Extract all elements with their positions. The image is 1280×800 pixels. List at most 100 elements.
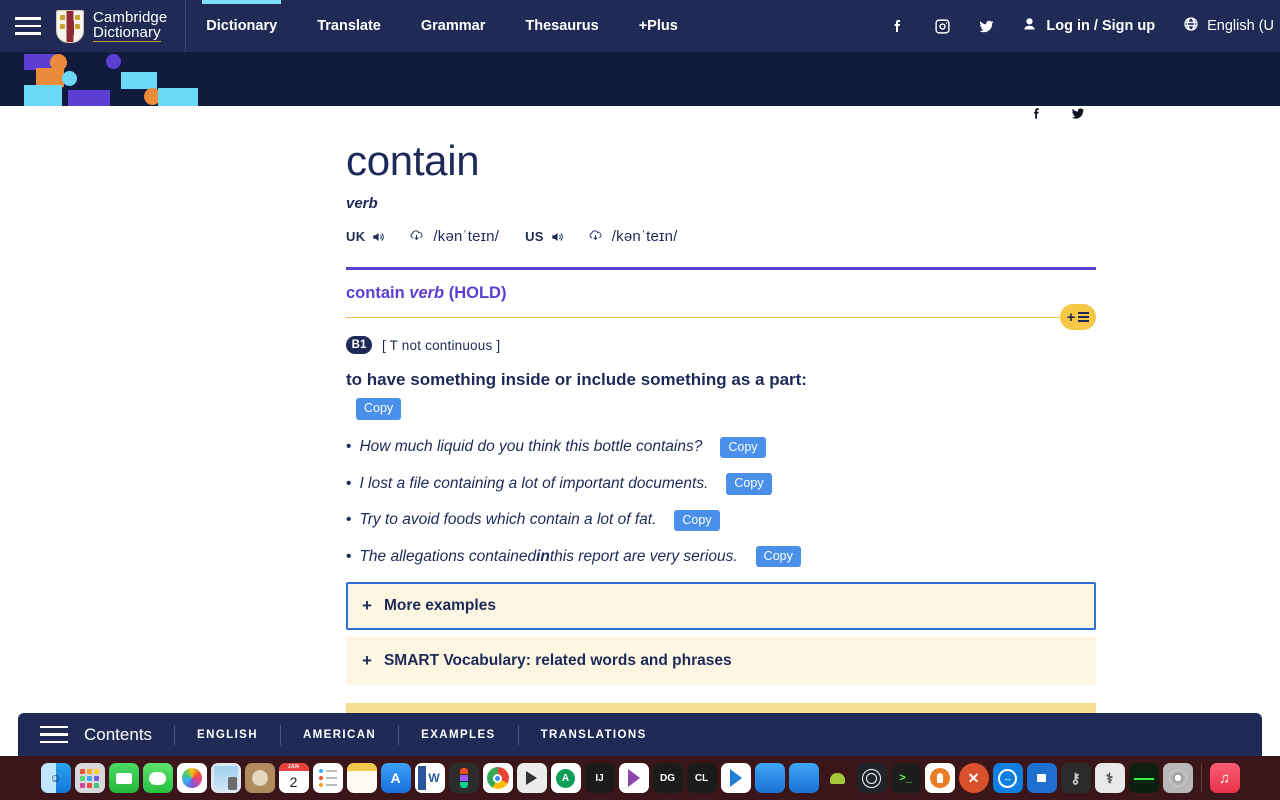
- contents-label: Contents: [84, 724, 153, 744]
- macos-dock: ☺ JAN 2 A W A IJ DG CL >_ ✕ ↔ ⚷ ⚕ ♫: [0, 756, 1280, 800]
- us-ipa: /kənˈteɪn/: [611, 228, 678, 246]
- dock-icon-preview[interactable]: [210, 763, 241, 793]
- sense-pos: verb: [409, 284, 445, 303]
- bullet-icon: •: [346, 474, 352, 492]
- dock-icon-shield-security[interactable]: [1026, 763, 1057, 793]
- dock-icon-keychain-access[interactable]: ⚷: [1060, 763, 1091, 793]
- nav-label: Translate: [317, 18, 381, 34]
- contents-item-translations[interactable]: TRANSLATIONS: [519, 729, 669, 741]
- nav-item-translate[interactable]: Translate: [297, 0, 401, 52]
- login-signup-button[interactable]: Log in / Sign up: [1008, 17, 1169, 36]
- dock-icon-datagrip[interactable]: DG: [652, 763, 683, 793]
- facebook-icon[interactable]: [876, 0, 920, 52]
- add-to-wordlist-icon[interactable]: +: [1060, 304, 1096, 331]
- accordion-label: More examples: [383, 597, 496, 615]
- cambridge-dictionary-logo[interactable]: Cambridge Dictionary: [56, 0, 185, 52]
- language-label: English (U: [1207, 18, 1274, 34]
- dock-icon-microsoft-word[interactable]: W: [414, 763, 445, 793]
- dock-icon-contacts[interactable]: [244, 763, 275, 793]
- decorative-blocks: [18, 52, 218, 106]
- page-content: contain verb UK /kənˈteɪn/ US /kənˈteɪn/…: [0, 106, 1280, 800]
- copy-button[interactable]: Copy: [720, 436, 766, 459]
- dock-icon-calendar[interactable]: JAN 2: [278, 763, 309, 793]
- nav-item-thesaurus[interactable]: Thesaurus: [505, 0, 618, 52]
- cambridge-crest-icon: [56, 9, 84, 43]
- accordion-more-examples[interactable]: + More examples: [346, 582, 1096, 631]
- contents-item-american[interactable]: AMERICAN: [281, 729, 398, 741]
- copy-button[interactable]: Copy: [755, 545, 801, 568]
- dock-icon-music[interactable]: ♫: [1209, 763, 1240, 793]
- us-region-label: US: [525, 229, 544, 245]
- uk-region-label: UK: [346, 229, 366, 245]
- top-nav-right: Log in / Sign up English (U: [876, 0, 1280, 52]
- section-divider: [346, 267, 1096, 271]
- part-of-speech: verb: [346, 195, 378, 213]
- globe-icon: [1183, 16, 1199, 36]
- dock-icon-openvpn[interactable]: [924, 763, 955, 793]
- dock-icon-notes[interactable]: [346, 763, 377, 793]
- copy-button[interactable]: Copy: [674, 509, 720, 531]
- nav-label: Thesaurus: [525, 18, 599, 34]
- user-icon: [1022, 17, 1037, 36]
- example-item: • How much liquid do you think this bott…: [346, 436, 1096, 459]
- dock-icon-vs-code[interactable]: [720, 763, 751, 793]
- examples-list: • How much liquid do you think this bott…: [346, 436, 1096, 568]
- dock-icon-terminal[interactable]: >_: [890, 763, 921, 793]
- dock-icon-google-chrome[interactable]: [482, 763, 513, 793]
- dock-icon-remote-desktop[interactable]: ✕: [958, 763, 989, 793]
- dock-icon-intellij-idea[interactable]: IJ: [584, 763, 615, 793]
- sense-header[interactable]: contain verb (HOLD): [346, 284, 1096, 303]
- copy-button[interactable]: Copy: [726, 473, 772, 495]
- speaker-icon[interactable]: [370, 230, 386, 244]
- dock-icon-activity-monitor[interactable]: [1128, 763, 1159, 793]
- contents-bar: Contents ENGLISH AMERICAN EXAMPLES TRANS…: [18, 713, 1262, 756]
- nav-item-dictionary[interactable]: Dictionary: [186, 0, 297, 52]
- login-label: Log in / Sign up: [1046, 18, 1156, 34]
- dock-icon-android[interactable]: [822, 763, 853, 793]
- dock-icon-visual-studio[interactable]: [618, 763, 649, 793]
- dock-icon-messages[interactable]: [142, 763, 173, 793]
- contents-item-english[interactable]: ENGLISH: [175, 729, 280, 741]
- dock-icon-figma[interactable]: [448, 763, 479, 793]
- dock-icon-unity[interactable]: [516, 763, 547, 793]
- dock-icon-system-settings[interactable]: [1162, 763, 1193, 793]
- copy-button[interactable]: Copy: [356, 398, 402, 420]
- dock-icon-xcode[interactable]: [754, 763, 785, 793]
- dock-icon-app-store[interactable]: A: [380, 763, 411, 793]
- dock-icon-launchpad[interactable]: [74, 763, 105, 793]
- page-title: contain: [346, 137, 480, 184]
- dock-icon-facetime[interactable]: [108, 763, 139, 793]
- download-cloud-icon[interactable]: [587, 229, 604, 244]
- dock-icon-reminders[interactable]: [312, 763, 343, 793]
- example-text: How much liquid do you think this bottle…: [359, 438, 703, 456]
- dock-icon-clion[interactable]: CL: [686, 763, 717, 793]
- accordion-smart-vocabulary[interactable]: + SMART Vocabulary: related words and ph…: [346, 637, 1096, 686]
- contents-item-examples[interactable]: EXAMPLES: [399, 729, 517, 741]
- language-selector[interactable]: English (U: [1169, 16, 1280, 36]
- dock-icon-teamviewer[interactable]: ↔: [992, 763, 1023, 793]
- dock-icon-xcode-beta[interactable]: [788, 763, 819, 793]
- twitter-icon[interactable]: [1070, 106, 1086, 126]
- hamburger-icon[interactable]: [0, 0, 56, 52]
- twitter-icon[interactable]: [964, 0, 1008, 52]
- definition-text: to have something inside or include some…: [346, 370, 807, 390]
- speaker-icon[interactable]: [549, 230, 565, 244]
- nav-item-plus[interactable]: +Plus: [619, 0, 698, 52]
- dock-icon-react[interactable]: [856, 763, 887, 793]
- instagram-icon[interactable]: [920, 0, 964, 52]
- sense-guideword: (HOLD): [448, 284, 507, 303]
- dock-icon-android-studio[interactable]: A: [550, 763, 581, 793]
- example-text-before: The allegations contained: [359, 547, 537, 565]
- download-cloud-icon[interactable]: [408, 229, 425, 244]
- nav-item-grammar[interactable]: Grammar: [401, 0, 505, 52]
- hamburger-icon[interactable]: [40, 725, 68, 744]
- dock-icon-finder[interactable]: ☺: [40, 763, 71, 793]
- plus-icon: +: [362, 596, 372, 616]
- facebook-icon[interactable]: [1030, 106, 1044, 126]
- example-text: I lost a file containing a lot of import…: [359, 474, 709, 492]
- bullet-icon: •: [346, 511, 352, 529]
- uk-ipa: /kənˈteɪn/: [433, 228, 500, 246]
- plus-icon: +: [362, 651, 372, 671]
- dock-icon-photos[interactable]: [176, 763, 207, 793]
- dock-icon-disk-utility[interactable]: ⚕: [1094, 763, 1125, 793]
